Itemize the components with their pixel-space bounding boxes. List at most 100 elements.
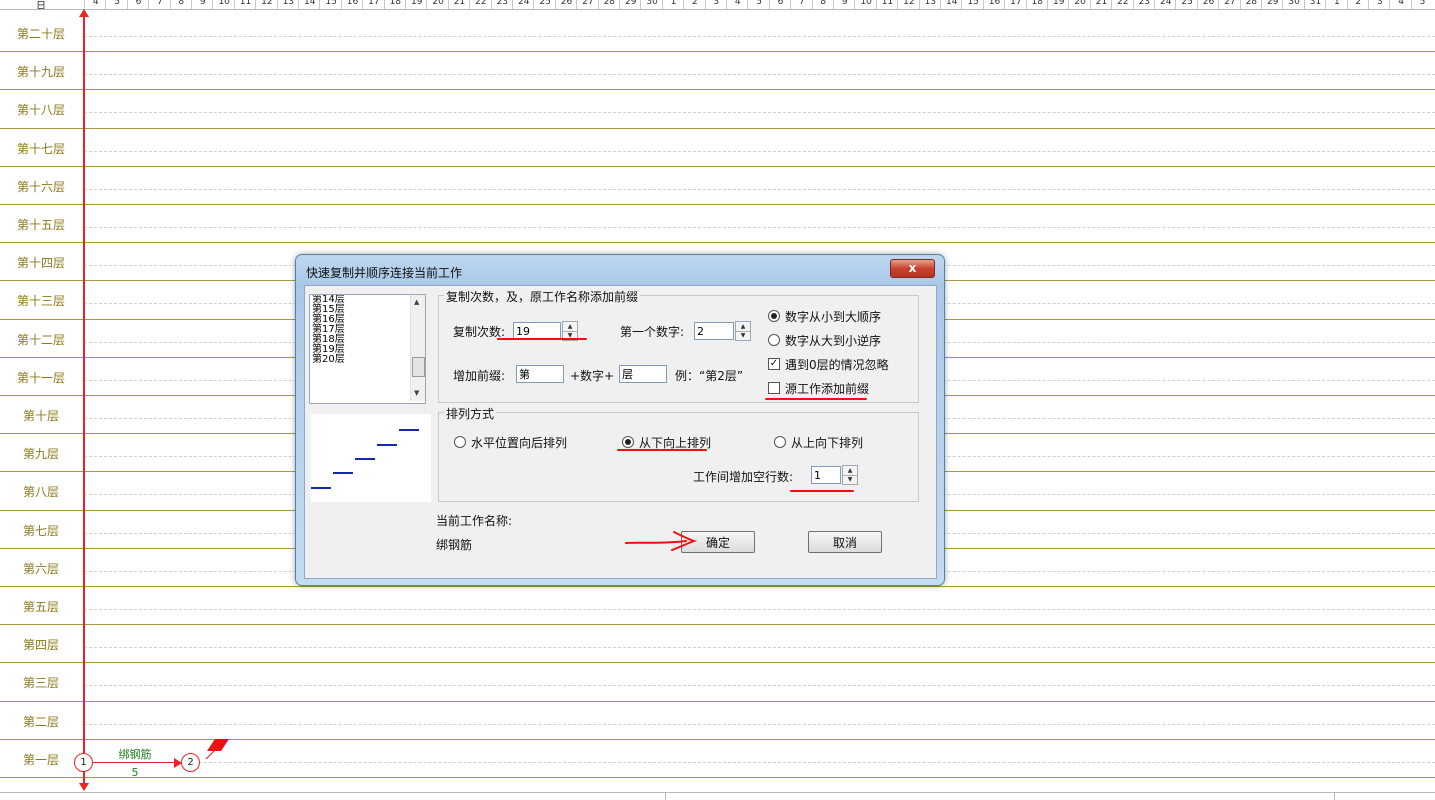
top-down-radio[interactable] xyxy=(774,436,786,448)
ruler-tick: 8 xyxy=(811,0,834,9)
annotation-underline xyxy=(497,338,587,340)
floor-list[interactable]: 第14层 第15层 第16层 第17层 第18层 第19层 第20层 ▲ ▼ xyxy=(309,294,426,404)
ruler-tick: 23 xyxy=(490,0,513,9)
floor-list-items: 第14层 第15层 第16层 第17层 第18层 第19层 第20层 xyxy=(310,295,425,365)
end-node[interactable]: 2 xyxy=(181,753,200,772)
blank-rows-input[interactable]: 1 xyxy=(811,466,841,484)
dialog-body: 第14层 第15层 第16层 第17层 第18层 第19层 第20层 ▲ ▼ 复制次数，及，… xyxy=(304,285,937,579)
floor-row-label[interactable]: 第十三层 xyxy=(0,292,82,309)
floor-row-label[interactable]: 第九层 xyxy=(0,445,82,462)
ruler-tick: 2 xyxy=(1346,0,1369,9)
ruler-tick: 17 xyxy=(1004,0,1026,9)
list-scrollbar[interactable]: ▲ ▼ xyxy=(410,295,425,401)
ruler-tick: 18 xyxy=(1025,0,1048,9)
ruler-tick: 11 xyxy=(875,0,898,9)
ruler-tick: 19 xyxy=(405,0,427,9)
arrangement-preview xyxy=(311,414,431,502)
floor-row-label[interactable]: 第一层 xyxy=(0,751,82,768)
floor-row-label[interactable]: 第二层 xyxy=(0,713,82,730)
floor-row-label[interactable]: 第十八层 xyxy=(0,101,82,118)
bottom-up-radio[interactable] xyxy=(622,436,634,448)
ruler-tick: 28 xyxy=(597,0,620,9)
ruler-tick: 14 xyxy=(298,0,320,9)
floor-row-label[interactable]: 第十一层 xyxy=(0,369,82,386)
source-prefix-label[interactable]: 源工作添加前缀 xyxy=(785,380,869,397)
order-asc-radio[interactable] xyxy=(768,310,780,322)
row-gridline xyxy=(84,227,1435,228)
current-work-value: 绑钢筋 xyxy=(436,538,473,552)
ruler-tick: 26 xyxy=(1196,0,1219,9)
floor-row-label[interactable]: 第七层 xyxy=(0,522,82,539)
row-separator xyxy=(0,51,1435,53)
prefix-label: 增加前缀: xyxy=(453,369,506,383)
order-desc-radio[interactable] xyxy=(768,334,780,346)
row-separator xyxy=(0,127,1435,129)
suffix-input[interactable]: 层 xyxy=(619,365,667,383)
preview-bar xyxy=(311,487,331,489)
floor-row-label[interactable]: 第十四层 xyxy=(0,254,82,271)
ruler-tick: 13 xyxy=(918,0,941,9)
floor-row-label[interactable]: 第十层 xyxy=(0,407,82,424)
floor-row-label[interactable]: 第二十层 xyxy=(0,25,82,42)
ruler-tick: 28 xyxy=(1239,0,1262,9)
row-gridline xyxy=(84,74,1435,76)
row-separator xyxy=(0,624,1435,626)
floor-row-label[interactable]: 第十二层 xyxy=(0,331,82,348)
time-axis-line xyxy=(83,14,85,784)
blank-rows-spinner[interactable]: ▲ ▼ xyxy=(842,465,858,485)
row-gridline xyxy=(84,685,1435,687)
arrange-group xyxy=(438,412,919,502)
close-button[interactable]: x xyxy=(890,259,935,278)
floor-row-label[interactable]: 第十六层 xyxy=(0,178,82,195)
scroll-thumb[interactable] xyxy=(412,357,425,377)
floor-row-label[interactable]: 第四层 xyxy=(0,636,82,653)
prefix-input[interactable]: 第 xyxy=(516,365,564,383)
current-work-label: 当前工作名称: xyxy=(436,514,513,528)
ignore-zero-checkbox[interactable]: ✓ xyxy=(768,358,780,370)
ruler-tick: 23 xyxy=(1132,0,1155,9)
ruler-tick: 20 xyxy=(1068,0,1090,9)
first-number-input[interactable]: 2 xyxy=(694,322,734,340)
first-number-spinner[interactable]: ▲ ▼ xyxy=(735,321,751,341)
ruler-tick: 12 xyxy=(255,0,277,9)
ruler-tick: 29 xyxy=(619,0,641,9)
row-separator xyxy=(0,586,1435,587)
ruler-tick: 20 xyxy=(426,0,448,9)
cancel-button[interactable]: 取消 xyxy=(808,531,882,553)
ruler-tick: 18 xyxy=(383,0,406,9)
arrange-group-title: 排列方式 xyxy=(444,405,497,422)
annotation-arrow-icon xyxy=(625,531,697,551)
top-down-label[interactable]: 从上向下排列 xyxy=(791,434,863,451)
horizontal-radio[interactable] xyxy=(454,436,466,448)
row-gridline xyxy=(84,150,1435,152)
scroll-up-icon[interactable]: ▲ xyxy=(414,298,419,306)
floor-row-label[interactable]: 第五层 xyxy=(0,598,82,615)
floor-row-label[interactable]: 第十九层 xyxy=(0,63,82,80)
spin-down-icon[interactable]: ▼ xyxy=(736,331,750,340)
floor-row-label[interactable]: 第三层 xyxy=(0,674,82,691)
start-node[interactable]: 1 xyxy=(74,753,93,772)
ruler-tick: 13 xyxy=(276,0,299,9)
scroll-down-icon[interactable]: ▼ xyxy=(414,389,419,397)
floor-row-label[interactable]: 第八层 xyxy=(0,483,82,500)
annotation-underline xyxy=(790,490,854,492)
order-asc-label[interactable]: 数字从小到大顺序 xyxy=(785,308,881,325)
ruler-tick: 4 xyxy=(1389,0,1411,9)
floor-list-item[interactable]: 第20层 xyxy=(310,355,425,365)
floor-row-label[interactable]: 第六层 xyxy=(0,560,82,577)
task-arrow-line[interactable] xyxy=(93,762,177,763)
source-prefix-checkbox[interactable] xyxy=(768,382,780,394)
order-desc-label[interactable]: 数字从大到小逆序 xyxy=(785,332,881,349)
floor-row-label[interactable]: 第十五层 xyxy=(0,216,82,233)
floor-row-label[interactable]: 第十七层 xyxy=(0,140,82,157)
row-separator xyxy=(0,242,1435,244)
task-name[interactable]: 绑钢筋 xyxy=(110,746,160,762)
ignore-zero-label[interactable]: 遇到0层的情况忽略 xyxy=(785,356,889,373)
copy-work-dialog: 快速复制并顺序连接当前工作 x 第14层 第15层 第16层 第17层 第18层 第19层… xyxy=(295,254,945,586)
ruler-tick: 22 xyxy=(1111,0,1133,9)
preview-bar xyxy=(333,472,353,474)
task-duration: 5 xyxy=(131,766,139,779)
ruler-tick: 25 xyxy=(1175,0,1197,9)
horizontal-label[interactable]: 水平位置向后排列 xyxy=(471,434,567,451)
spin-down-icon[interactable]: ▼ xyxy=(843,475,857,484)
